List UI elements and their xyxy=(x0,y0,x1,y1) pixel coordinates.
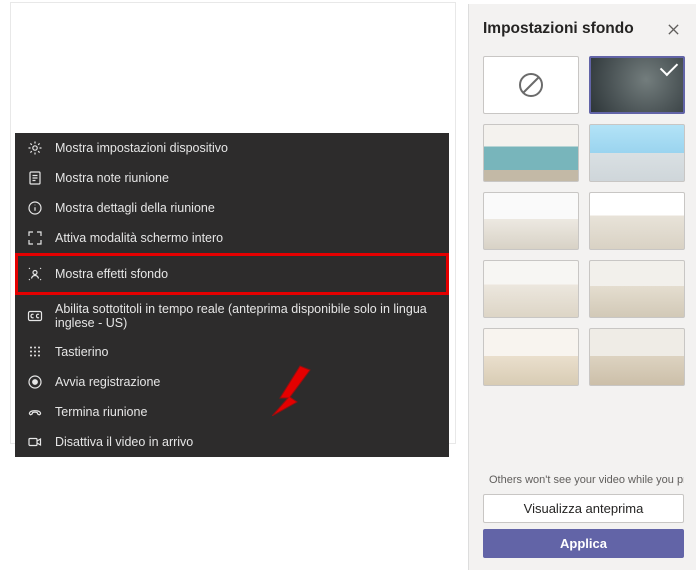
menu-item-disable-incoming-video[interactable]: Disattiva il video in arrivo xyxy=(15,427,449,457)
background-option-image[interactable] xyxy=(483,328,579,386)
dialpad-icon xyxy=(27,344,43,360)
preview-note: Others won't see your video while you pr… xyxy=(483,474,684,486)
background-option-image[interactable] xyxy=(589,192,685,250)
background-settings-panel: Impostazioni sfondo Others won't see you… xyxy=(468,4,696,570)
end-meeting-icon xyxy=(27,404,43,420)
record-icon xyxy=(27,374,43,390)
background-option-image[interactable] xyxy=(589,260,685,318)
menu-item-label: Attiva modalità schermo intero xyxy=(55,231,223,245)
prohibited-icon xyxy=(517,71,545,99)
background-option-none[interactable] xyxy=(483,56,579,114)
menu-item-label: Avvia registrazione xyxy=(55,375,160,389)
panel-header: Impostazioni sfondo xyxy=(469,4,696,50)
background-effects-icon xyxy=(27,266,43,282)
menu-item-label: Mostra effetti sfondo xyxy=(55,267,168,281)
menu-item-start-recording[interactable]: Avvia registrazione xyxy=(15,367,449,397)
fullscreen-icon xyxy=(27,230,43,246)
preview-note-text: Others won't see your video while you pr… xyxy=(489,474,684,486)
more-actions-menu: Mostra impostazioni dispositivo Mostra n… xyxy=(15,133,449,457)
menu-item-label: Abilita sottotitoli in tempo reale (ante… xyxy=(55,302,437,330)
info-icon xyxy=(27,200,43,216)
captions-icon xyxy=(27,308,43,324)
menu-item-end-meeting[interactable]: Termina riunione xyxy=(15,397,449,427)
background-option-image[interactable] xyxy=(589,328,685,386)
preview-button[interactable]: Visualizza anteprima xyxy=(483,494,684,523)
incoming-video-off-icon xyxy=(27,434,43,450)
annotation-arrow-icon xyxy=(272,362,316,416)
panel-title: Impostazioni sfondo xyxy=(483,20,634,38)
menu-item-keypad[interactable]: Tastierino xyxy=(15,337,449,367)
panel-footer: Others won't see your video while you pr… xyxy=(469,466,696,570)
menu-item-label: Mostra impostazioni dispositivo xyxy=(55,141,228,155)
menu-item-label: Mostra note riunione xyxy=(55,171,169,185)
menu-item-live-captions[interactable]: Abilita sottotitoli in tempo reale (ante… xyxy=(15,295,449,337)
background-option-image[interactable] xyxy=(483,260,579,318)
menu-item-label: Tastierino xyxy=(55,345,109,359)
menu-item-background-effects[interactable]: Mostra effetti sfondo xyxy=(15,253,449,295)
menu-item-label: Disattiva il video in arrivo xyxy=(55,435,193,449)
menu-item-meeting-details[interactable]: Mostra dettagli della riunione xyxy=(15,193,449,223)
background-option-image[interactable] xyxy=(483,124,579,182)
menu-item-meeting-notes[interactable]: Mostra note riunione xyxy=(15,163,449,193)
menu-item-fullscreen[interactable]: Attiva modalità schermo intero xyxy=(15,223,449,253)
notes-icon xyxy=(27,170,43,186)
background-option-image[interactable] xyxy=(589,124,685,182)
background-option-blur[interactable] xyxy=(589,56,685,114)
background-option-image[interactable] xyxy=(483,192,579,250)
menu-item-label: Termina riunione xyxy=(55,405,147,419)
background-grid xyxy=(469,50,696,392)
apply-button[interactable]: Applica xyxy=(483,529,684,558)
menu-item-label: Mostra dettagli della riunione xyxy=(55,201,215,215)
gear-icon xyxy=(27,140,43,156)
close-button[interactable] xyxy=(662,18,684,40)
menu-item-device-settings[interactable]: Mostra impostazioni dispositivo xyxy=(15,133,449,163)
